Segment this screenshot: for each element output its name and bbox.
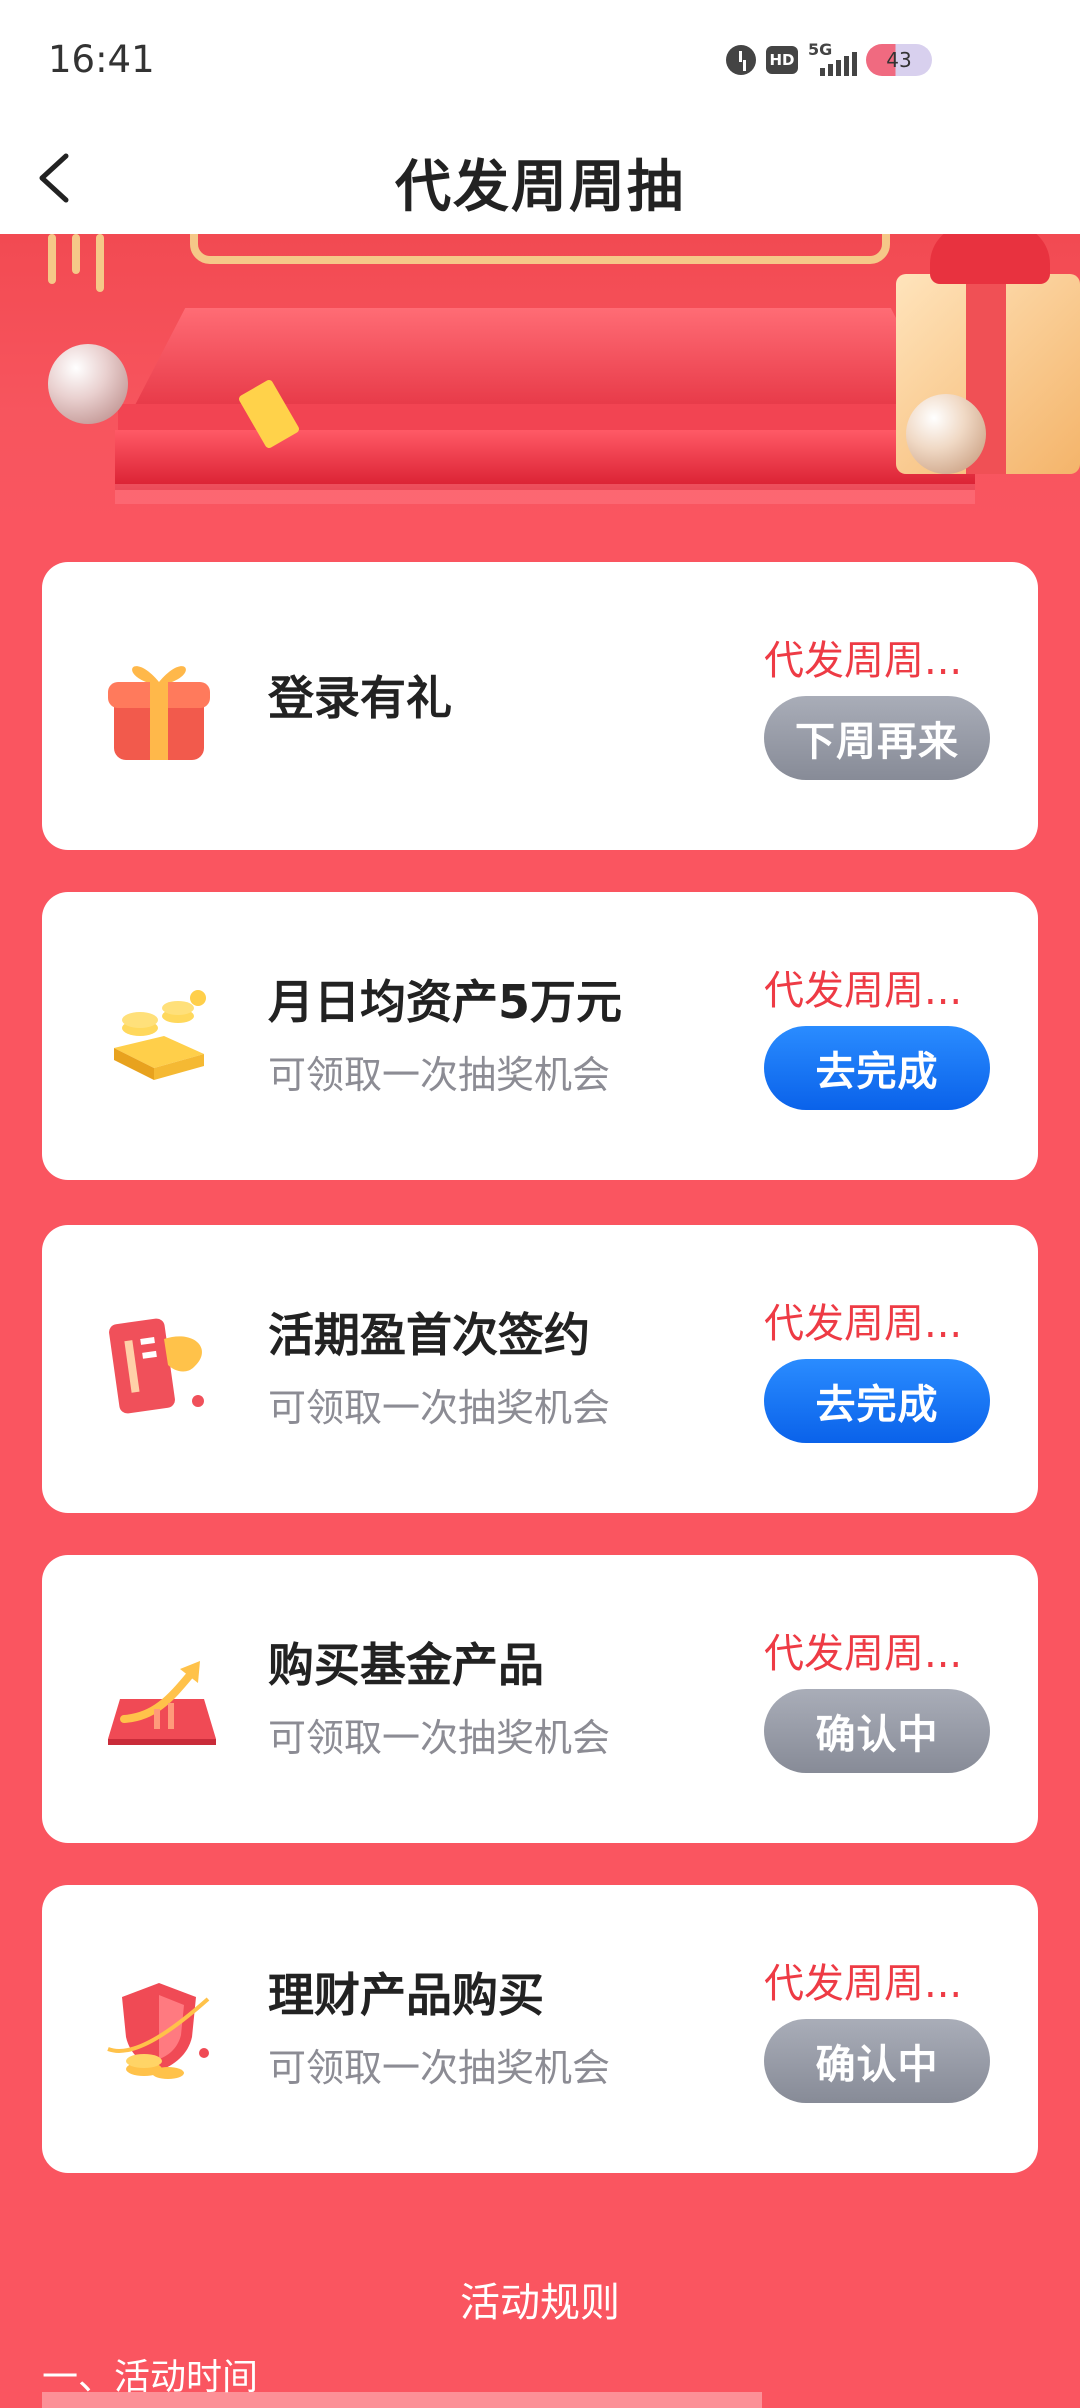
task-title: 月日均资产5万元 bbox=[268, 975, 623, 1029]
growth-arrow-icon bbox=[94, 1639, 224, 1759]
status-icons: HD 5G 43 bbox=[726, 40, 932, 76]
ribbon-bow bbox=[930, 234, 1050, 284]
confirming-button[interactable]: 确认中 bbox=[764, 2019, 990, 2103]
nav-bar: 代发周周抽 bbox=[0, 124, 1080, 234]
status-time: 16:41 bbox=[48, 38, 155, 81]
shield-coins-icon bbox=[94, 1969, 224, 2089]
hero-banner bbox=[0, 234, 1080, 534]
pearl-ornament bbox=[906, 394, 986, 474]
podium-base bbox=[115, 430, 975, 490]
task-card-login: 登录有礼 代发周周... 下周再来 bbox=[42, 562, 1038, 850]
task-card-monthly-assets: 月日均资产5万元 可领取一次抽奖机会 代发周周... 去完成 bbox=[42, 892, 1038, 1180]
task-tag: 代发周周... bbox=[764, 968, 963, 1014]
rules-text-line bbox=[42, 2392, 762, 2408]
task-tag: 代发周周... bbox=[764, 1961, 963, 2007]
gift-box-icon bbox=[94, 646, 224, 766]
next-week-button[interactable]: 下周再来 bbox=[764, 696, 990, 780]
banner-frame bbox=[190, 234, 890, 264]
task-subtitle: 可领取一次抽奖机会 bbox=[268, 1716, 611, 1760]
task-title: 购买基金产品 bbox=[268, 1638, 544, 1692]
task-card-wealth-product: 理财产品购买 可领取一次抽奖机会 代发周周... 确认中 bbox=[42, 1885, 1038, 2173]
task-card-demand-deposit: 活期盈首次签约 可领取一次抽奖机会 代发周周... 去完成 bbox=[42, 1225, 1038, 1513]
task-title: 理财产品购买 bbox=[268, 1968, 544, 2022]
5g-signal-icon: 5G bbox=[808, 40, 857, 76]
task-subtitle: 可领取一次抽奖机会 bbox=[268, 1053, 611, 1097]
task-title: 登录有礼 bbox=[268, 671, 452, 725]
alarm-icon bbox=[726, 45, 756, 75]
task-card-buy-fund: 购买基金产品 可领取一次抽奖机会 代发周周... 确认中 bbox=[42, 1555, 1038, 1843]
task-tag: 代发周周... bbox=[764, 1631, 963, 1677]
task-subtitle: 可领取一次抽奖机会 bbox=[268, 2046, 611, 2090]
rules-title: 活动规则 bbox=[460, 2280, 620, 2326]
go-complete-button[interactable]: 去完成 bbox=[764, 1026, 990, 1110]
task-subtitle: 可领取一次抽奖机会 bbox=[268, 1386, 611, 1430]
status-bar: 16:41 HD 5G 43 bbox=[0, 0, 1080, 124]
task-title: 活期盈首次签约 bbox=[268, 1308, 590, 1362]
go-complete-button[interactable]: 去完成 bbox=[764, 1359, 990, 1443]
task-tag: 代发周周... bbox=[764, 1301, 963, 1347]
battery-icon: 43 bbox=[866, 44, 932, 76]
task-tag: 代发周周... bbox=[764, 638, 963, 684]
gold-bars-icon bbox=[94, 976, 224, 1096]
page-title: 代发周周抽 bbox=[395, 155, 685, 220]
confirming-button[interactable]: 确认中 bbox=[764, 1689, 990, 1773]
hd-icon: HD bbox=[766, 46, 798, 74]
pearl-ornament bbox=[48, 344, 128, 424]
contract-card-icon bbox=[94, 1309, 224, 1429]
